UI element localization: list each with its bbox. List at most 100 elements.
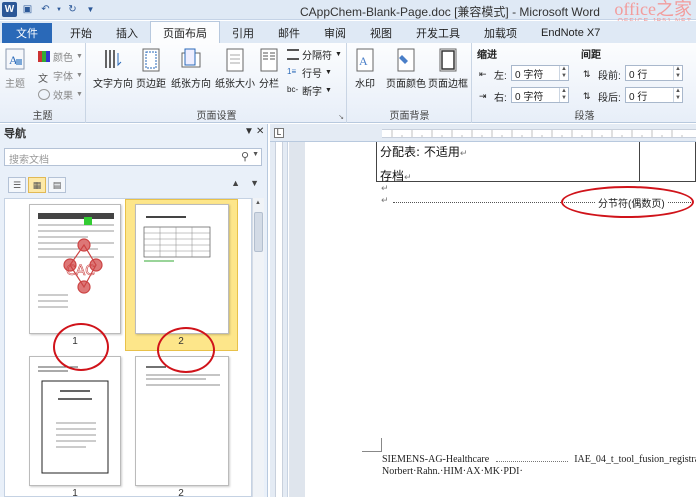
themes-button[interactable]: A 主题 <box>4 47 26 90</box>
footer-line-2[interactable]: Norbert·Rahn.·HIM·AX·MK·PDI· <box>382 466 523 477</box>
table-cell-archive[interactable]: 存档↵ <box>380 167 412 184</box>
margins-button[interactable]: 页边距 <box>136 47 166 90</box>
orientation-button[interactable]: 纸张方向 <box>171 47 211 90</box>
nav-search-input[interactable]: 搜索文档 ⚲ ▼ <box>4 148 262 166</box>
scroll-up-icon[interactable]: ▲ <box>255 200 261 206</box>
spacing-before-value: 0 行 <box>629 69 648 81</box>
group-theme-label: 主题 <box>32 111 53 122</box>
spacing-after-text: 段后: <box>598 92 621 104</box>
indent-title: 缩进 <box>477 49 497 61</box>
tab-endnote[interactable]: EndNote X7 <box>529 23 612 43</box>
tab-selector-icon[interactable]: L <box>274 128 284 138</box>
footer-tab-leader <box>495 461 568 462</box>
search-dropdown-icon[interactable]: ▼ <box>252 151 259 158</box>
horizontal-ruler[interactable] <box>270 124 696 142</box>
line-numbers-button[interactable]: 1≡ 行号 ▼ <box>287 65 332 80</box>
page-borders-label: 页面边框 <box>428 79 468 90</box>
theme-effects-button[interactable]: 效果 ▼ <box>38 87 83 102</box>
dialog-launcher-icon[interactable]: ↘ <box>338 113 344 121</box>
search-icon[interactable]: ⚲ <box>241 150 249 163</box>
page-3-preview <box>38 366 109 474</box>
page-thumbnail-2[interactable] <box>135 204 229 334</box>
line-numbers-label: 行号 <box>302 68 322 80</box>
tab-insert[interactable]: 插入 <box>104 23 150 43</box>
indent-left-field[interactable]: 0 字符 ▲ ▼ <box>511 65 569 81</box>
indent-left-label: ⇤ 左: <box>479 67 507 82</box>
scroll-thumb[interactable] <box>254 212 263 252</box>
customize-qat-icon[interactable]: ▼ <box>83 2 98 17</box>
title-bar: W ▣ ↶ ▼ ↻ ▼ CAppChem-Blank-Page.doc [兼容模… <box>0 0 696 25</box>
columns-button[interactable]: 分栏 <box>258 47 280 90</box>
tab-view[interactable]: 视图 <box>358 23 404 43</box>
size-button[interactable]: 纸张大小 <box>215 47 255 90</box>
page-thumbnail-3[interactable] <box>29 356 121 486</box>
page-color-label: 页面颜色 <box>386 79 426 90</box>
group-paragraph-label: 段落 <box>574 111 595 122</box>
theme-colors-button[interactable]: 颜色 ▼ <box>38 49 83 64</box>
breaks-button[interactable]: 分隔符 ▼ <box>287 47 342 62</box>
page-thumbnail-4[interactable] <box>135 356 229 486</box>
spin-icon[interactable]: ▲ ▼ <box>559 66 568 80</box>
watermark-button[interactable]: A 水印 <box>354 47 376 90</box>
ribbon-tabs: 文件 开始 插入 页面布局 引用 邮件 审阅 视图 开发工具 加载项 EndNo… <box>0 21 696 43</box>
results-view-icon[interactable]: ▤ <box>48 177 66 193</box>
spin-icon[interactable]: ▲ ▼ <box>673 66 682 80</box>
tab-home[interactable]: 开始 <box>58 23 104 43</box>
page-thumbnail-1[interactable]: CAC <box>29 204 121 334</box>
spin-icon[interactable]: ▲ ▼ <box>559 88 568 102</box>
columns-icon <box>260 48 278 72</box>
tab-developer[interactable]: 开发工具 <box>404 23 472 43</box>
vertical-ruler-scale <box>275 142 283 497</box>
annotation-circle-page-1 <box>53 323 109 371</box>
spacing-before-field[interactable]: 0 行 ▲ ▼ <box>625 65 683 81</box>
table-cell-allocation[interactable]: 分配表: 不适用↵ <box>380 143 467 160</box>
tab-file[interactable]: 文件 <box>2 23 52 43</box>
breaks-icon <box>287 48 299 60</box>
tab-mailings[interactable]: 邮件 <box>266 23 312 43</box>
close-icon[interactable]: ✕ <box>256 126 264 137</box>
tab-page-layout[interactable]: 页面布局 <box>150 21 220 43</box>
previous-icon[interactable]: ▲ <box>231 178 240 188</box>
tab-review[interactable]: 审阅 <box>312 23 358 43</box>
spacing-before-label: ⇅ 段前: <box>583 67 621 82</box>
vertical-ruler[interactable] <box>270 142 288 497</box>
hyphenation-label: 断字 <box>302 86 322 98</box>
group-page-setup-label: 页面设置 <box>196 111 237 122</box>
redo-icon[interactable]: ↻ <box>65 2 80 17</box>
pages-view-icon[interactable]: ▦ <box>28 177 46 193</box>
paragraph-mark-icon: ↵ <box>381 196 389 206</box>
headings-view-icon[interactable]: ☰ <box>8 177 26 193</box>
undo-dropdown-icon[interactable]: ▼ <box>56 2 62 17</box>
text-direction-button[interactable]: 文字方向 <box>93 47 133 90</box>
watermark-icon: A <box>356 48 374 72</box>
page-borders-button[interactable]: 页面边框 <box>428 47 468 90</box>
page-number-4: 2 <box>178 488 184 497</box>
spacing-after-label: ⇅ 段后: <box>583 89 621 104</box>
indent-left-icon: ⇤ <box>479 68 487 79</box>
spin-icon[interactable]: ▲ ▼ <box>673 88 682 102</box>
page-number-3: 1 <box>72 488 78 497</box>
indent-right-value: 0 字符 <box>515 91 544 103</box>
nav-scrollbar[interactable]: ▲ <box>252 198 264 497</box>
tab-references[interactable]: 引用 <box>220 23 266 43</box>
tab-addins[interactable]: 加载项 <box>472 23 529 43</box>
footer-company: SIEMENS-AG-Healthcare <box>382 454 490 465</box>
next-icon[interactable]: ▼ <box>250 178 259 188</box>
group-page-background-label: 页面背景 <box>389 111 430 122</box>
doc-line-allocation: 分配表: 不适用 <box>380 145 460 159</box>
spacing-after-value: 0 行 <box>629 91 648 103</box>
spacing-after-field[interactable]: 0 行 ▲ ▼ <box>625 87 683 103</box>
hyphenation-button[interactable]: bc- 断字 ▼ <box>287 83 332 98</box>
text-direction-label: 文字方向 <box>93 79 133 90</box>
footer-document-id: IAE_04_t_tool_fusion_registration <box>574 454 696 465</box>
indent-right-field[interactable]: 0 字符 ▲ ▼ <box>511 87 569 103</box>
page-color-button[interactable]: 页面颜色 <box>386 47 426 90</box>
spacing-before-text: 段前: <box>598 70 621 82</box>
pane-options-icon[interactable]: ▼ <box>244 126 254 137</box>
word-app-icon[interactable]: W <box>2 2 17 17</box>
undo-icon[interactable]: ↶ <box>38 2 53 17</box>
save-icon[interactable]: ▣ <box>20 2 35 17</box>
theme-fonts-button[interactable]: 文 字体 ▼ <box>38 68 83 85</box>
footer-line-1[interactable]: SIEMENS-AG-Healthcare IAE_04_t_tool_fusi… <box>382 454 696 465</box>
breaks-label: 分隔符 <box>302 50 332 62</box>
